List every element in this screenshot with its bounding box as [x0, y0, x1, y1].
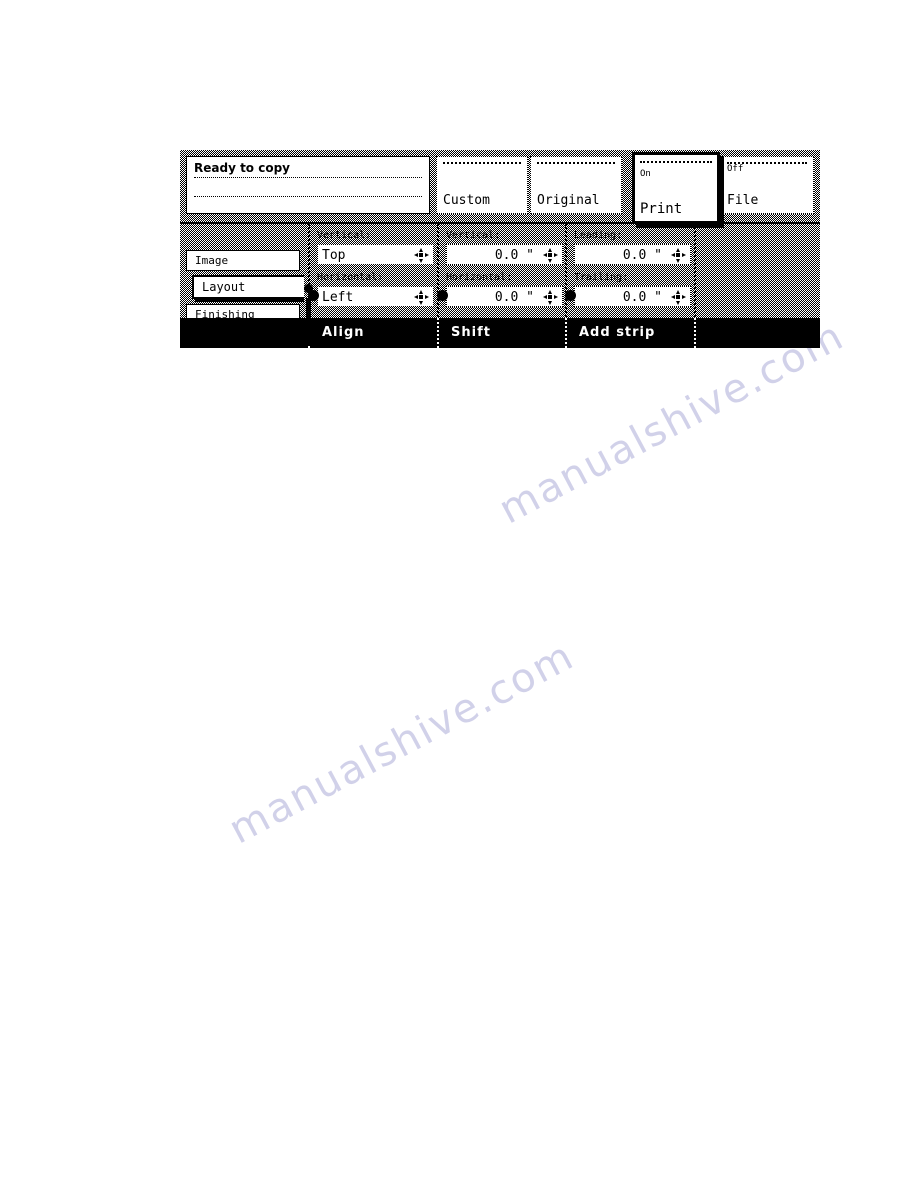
four-way-arrow-icon[interactable] — [543, 248, 558, 263]
strip-leading-value: 0.0 " — [622, 248, 662, 263]
status-divider-2 — [194, 196, 422, 197]
strip-selection-bullet-icon — [565, 290, 576, 301]
align-vertical-field[interactable]: Top — [317, 244, 434, 265]
strip-trailing-label: Trailing: — [574, 272, 629, 283]
bottom-button-blank[interactable] — [694, 318, 820, 348]
align-horizontal-value: Left — [322, 290, 354, 305]
strip-trailing-value: 0.0 " — [622, 290, 662, 305]
tab-print-selected[interactable]: On Print — [632, 152, 720, 224]
tab-original-dotted-rule — [537, 162, 615, 164]
bottom-button-shift[interactable]: Shift — [443, 318, 565, 348]
status-panel: Ready to copy — [186, 156, 430, 214]
align-selection-bullet-icon — [308, 290, 319, 301]
tab-original[interactable]: Original — [530, 156, 622, 214]
strip-leading-label: Leading: — [574, 230, 623, 241]
four-way-arrow-icon[interactable] — [671, 248, 686, 263]
bottom-button-add-strip[interactable]: Add strip — [571, 318, 694, 348]
shift-vertical-label: Vertical: — [446, 230, 501, 241]
tab-print-dotted-rule — [640, 161, 712, 163]
align-vertical-label: Vertical: — [317, 230, 372, 241]
align-horizontal-label: Horizontal: — [317, 272, 384, 283]
status-message: Ready to copy — [194, 161, 290, 175]
align-horizontal-field[interactable]: Left — [317, 286, 434, 307]
shift-horizontal-label: Horizontal: — [446, 272, 513, 283]
bottom-function-bar: Align Shift Add strip — [180, 318, 820, 348]
top-tab-bar: Ready to copy Custom Original On Print O… — [180, 150, 820, 224]
shift-horizontal-field[interactable]: 0.0 " — [446, 286, 563, 307]
scrollbar-track[interactable] — [306, 298, 311, 346]
watermark-line-2: manualshive.com — [221, 632, 582, 854]
tab-file-sublabel: Off — [727, 164, 744, 174]
sidebar-item-layout[interactable]: Layout — [192, 275, 304, 299]
tab-custom[interactable]: Custom — [436, 156, 528, 214]
tab-original-label: Original — [537, 193, 600, 208]
bottom-divider-2 — [437, 318, 439, 348]
shift-selection-bullet-icon — [437, 290, 448, 301]
bottom-divider-4 — [694, 318, 696, 348]
shift-vertical-field[interactable]: 0.0 " — [446, 244, 563, 265]
bottom-button-align[interactable]: Align — [314, 318, 437, 348]
tab-custom-label: Custom — [443, 193, 490, 208]
four-way-arrow-icon[interactable] — [671, 290, 686, 305]
shift-vertical-value: 0.0 " — [494, 248, 534, 263]
tab-print-sublabel: On — [640, 169, 651, 179]
strip-leading-field[interactable]: 0.0 " — [574, 244, 691, 265]
status-divider-1 — [194, 177, 422, 178]
tab-custom-dotted-rule — [443, 162, 521, 164]
sidebar-item-image[interactable]: Image — [186, 250, 300, 271]
tab-file[interactable]: Off File — [720, 156, 814, 214]
four-way-arrow-icon[interactable] — [414, 290, 429, 305]
tab-file-label: File — [727, 193, 759, 208]
four-way-arrow-icon[interactable] — [414, 248, 429, 263]
shift-horizontal-value: 0.0 " — [494, 290, 534, 305]
tab-print-label: Print — [640, 201, 683, 217]
four-way-arrow-icon[interactable] — [543, 290, 558, 305]
bottom-divider-3 — [565, 318, 567, 348]
align-vertical-value: Top — [322, 248, 346, 263]
strip-trailing-field[interactable]: 0.0 " — [574, 286, 691, 307]
copier-control-panel: Ready to copy Custom Original On Print O… — [180, 150, 820, 348]
